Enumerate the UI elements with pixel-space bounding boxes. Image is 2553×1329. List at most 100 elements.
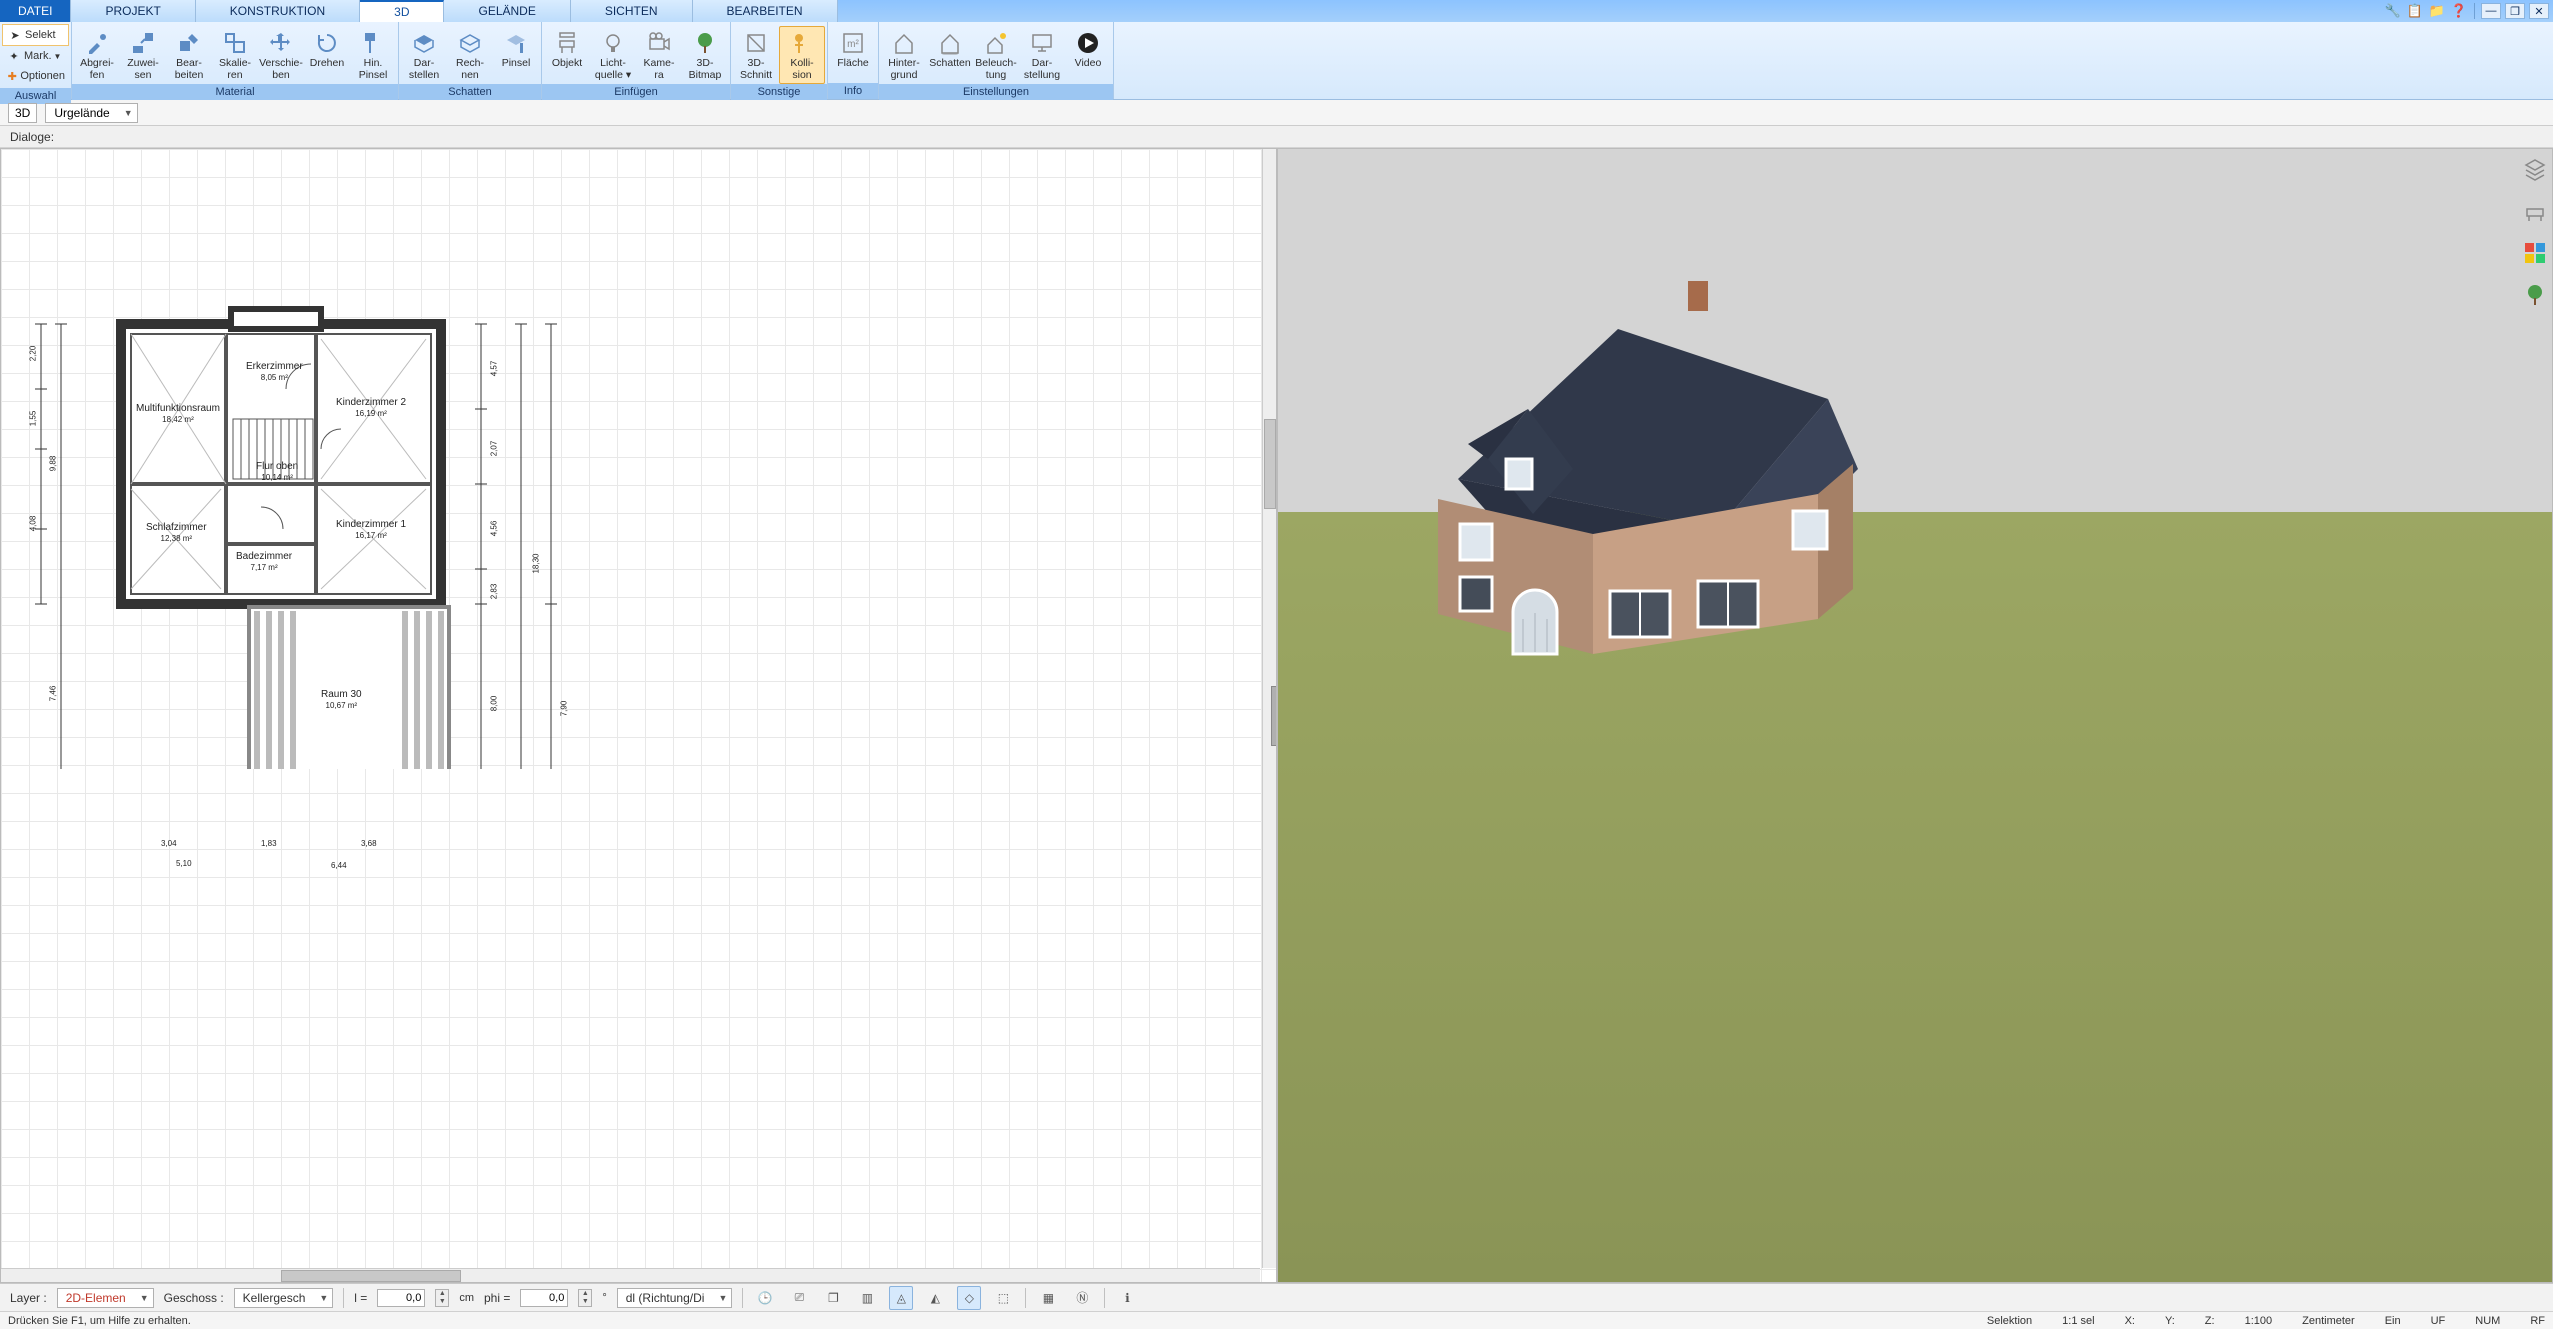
status-rf: RF: [2530, 1315, 2545, 1327]
workspace: Erkerzimmer8,05 m² Multifunktionsraum18,…: [0, 148, 2553, 1283]
tool-mark[interactable]: ✦ Mark. ▼: [2, 46, 69, 66]
btn-kamera[interactable]: Kame-ra: [636, 26, 682, 84]
chevron-down-icon: ▼: [124, 108, 133, 118]
btn-3dbitmap[interactable]: 3D-Bitmap: [682, 26, 728, 84]
room-schlaf: Schlafzimmer12,38 m²: [146, 522, 207, 544]
room-multi: Multifunktionsraum18,42 m²: [136, 403, 220, 425]
btn-hintergrund[interactable]: Hinter-grund: [881, 26, 927, 84]
room-flur: Flur oben10,14 m²: [256, 461, 298, 483]
tab-projekt[interactable]: PROJEKT: [71, 0, 195, 22]
chevron-down-icon: ▼: [718, 1293, 727, 1303]
snap3-icon[interactable]: ◇: [957, 1286, 981, 1310]
btn-verschieben[interactable]: Verschie-ben: [258, 26, 304, 84]
layer-dropdown[interactable]: 2D-Elemen▼: [57, 1288, 154, 1308]
btn-skalieren[interactable]: Skalie-ren: [212, 26, 258, 84]
snap2-icon[interactable]: ◭: [923, 1286, 947, 1310]
btn-abgreifen[interactable]: Abgrei-fen: [74, 26, 120, 84]
geschoss-label: Geschoss :: [164, 1291, 224, 1305]
dim-h4: 4,08: [28, 516, 37, 532]
dim-h1: 2,20: [28, 346, 37, 362]
tree-icon: [689, 29, 721, 57]
tab-konstruktion[interactable]: KONSTRUKTION: [196, 0, 360, 22]
window-restore[interactable]: ❐: [2505, 3, 2525, 19]
view-2d[interactable]: Erkerzimmer8,05 m² Multifunktionsraum18,…: [0, 148, 1277, 1283]
btn-darstellen[interactable]: Dar-stellen: [401, 26, 447, 84]
tab-bearbeiten[interactable]: BEARBEITEN: [693, 0, 838, 22]
btn-objekt[interactable]: Objekt: [544, 26, 590, 72]
palette-icon[interactable]: [2521, 239, 2549, 267]
tool-selekt[interactable]: ➤ Selekt: [2, 24, 69, 46]
bulb-icon: [597, 29, 629, 57]
btn-3dschnitt[interactable]: 3D-Schnitt: [733, 26, 779, 84]
play-icon: [1072, 29, 1104, 57]
btn-bearbeiten[interactable]: Bear-beiten: [166, 26, 212, 84]
monitor-icon: [1026, 29, 1058, 57]
phi-spinner[interactable]: ▲▼: [578, 1289, 592, 1307]
furniture-icon[interactable]: [2521, 197, 2549, 225]
richtung-dropdown[interactable]: dl (Richtung/Di▼: [617, 1288, 733, 1308]
subbar-dialoge: Dialoge:: [0, 126, 2553, 148]
btn-darstellung[interactable]: Dar-stellung: [1019, 26, 1065, 84]
layers-btn-icon[interactable]: ▥: [855, 1286, 879, 1310]
status-unit: Zentimeter: [2302, 1315, 2355, 1327]
window-minimize[interactable]: —: [2481, 3, 2501, 19]
btn-drehen[interactable]: Drehen: [304, 26, 350, 72]
scroll-thumb[interactable]: [1264, 419, 1276, 509]
tree-side-icon[interactable]: [2521, 281, 2549, 309]
anchor-icon[interactable]: ⎚: [787, 1286, 811, 1310]
btn-pinsel[interactable]: Pinsel: [493, 26, 539, 72]
status-ein: Ein: [2385, 1315, 2401, 1327]
btn-kollision[interactable]: Kolli-sion: [779, 26, 825, 84]
phi-input[interactable]: [520, 1289, 568, 1307]
l-spinner[interactable]: ▲▼: [435, 1289, 449, 1307]
terrain-dropdown[interactable]: Urgelände▼: [45, 103, 137, 123]
status-selektion: Selektion: [1987, 1315, 2032, 1327]
info-icon[interactable]: ℹ: [1115, 1286, 1139, 1310]
clipboard-icon[interactable]: 📋: [2406, 2, 2424, 20]
help-icon[interactable]: ❓: [2450, 2, 2468, 20]
l-input[interactable]: [377, 1289, 425, 1307]
btn-video[interactable]: Video: [1065, 26, 1111, 72]
separator: [742, 1288, 743, 1308]
clock-icon[interactable]: 🕒: [753, 1286, 777, 1310]
btn-zuweisen[interactable]: Zuwei-sen: [120, 26, 166, 84]
room-30: Raum 3010,67 m²: [321, 689, 362, 711]
btn-schatten-einst[interactable]: Schatten: [927, 26, 973, 72]
dim-w-mid: 1,83: [261, 839, 277, 848]
snap1-icon[interactable]: ◬: [889, 1286, 913, 1310]
layers-icon[interactable]: [2521, 155, 2549, 183]
btn-beleuchtung[interactable]: Beleuch-tung: [973, 26, 1019, 84]
tab-3d[interactable]: 3D: [360, 0, 444, 22]
scroll-thumb[interactable]: [281, 1270, 461, 1282]
folder-icon[interactable]: 📁: [2428, 2, 2446, 20]
btn-lichtquelle[interactable]: Licht-quelle ▾: [590, 26, 636, 84]
stack-icon[interactable]: ❐: [821, 1286, 845, 1310]
mark-icon: ✦: [6, 48, 22, 64]
tab-gelaende[interactable]: GELÄNDE: [444, 0, 570, 22]
bottom-toolbar: Layer : 2D-Elemen▼ Geschoss : Kellergesc…: [0, 1283, 2553, 1311]
geschoss-dropdown[interactable]: Kellergesch▼: [234, 1288, 334, 1308]
status-y: Y:: [2165, 1315, 2175, 1327]
room-erker: Erkerzimmer8,05 m²: [246, 361, 303, 383]
wrench-icon[interactable]: 🔧: [2384, 2, 2402, 20]
view-3d[interactable]: [1277, 148, 2553, 1283]
separator: [2474, 3, 2475, 19]
tab-sichten[interactable]: SICHTEN: [571, 0, 693, 22]
status-num: NUM: [2475, 1315, 2500, 1327]
btn-hinpinsel[interactable]: Hin.Pinsel: [350, 26, 396, 84]
scrollbar-horizontal[interactable]: [1, 1268, 1260, 1282]
north-icon[interactable]: Ⓝ: [1070, 1286, 1094, 1310]
btn-rechnen[interactable]: Rech-nen: [447, 26, 493, 84]
snap4-icon[interactable]: ⬚: [991, 1286, 1015, 1310]
btn-flaeche[interactable]: m²Fläche: [830, 26, 876, 72]
tool-optionen[interactable]: ✚ Optionen: [2, 66, 69, 86]
rotate-icon: [311, 29, 343, 57]
group-einstellungen: Einstellungen: [879, 84, 1113, 100]
window-close[interactable]: ✕: [2529, 3, 2549, 19]
tab-file[interactable]: DATEI: [0, 0, 71, 22]
grid-btn-icon[interactable]: ▦: [1036, 1286, 1060, 1310]
status-z: Z:: [2205, 1315, 2215, 1327]
layer-label: Layer :: [10, 1291, 47, 1305]
view-mode-box[interactable]: 3D: [8, 103, 37, 123]
chevron-down-icon: ▼: [140, 1293, 149, 1303]
